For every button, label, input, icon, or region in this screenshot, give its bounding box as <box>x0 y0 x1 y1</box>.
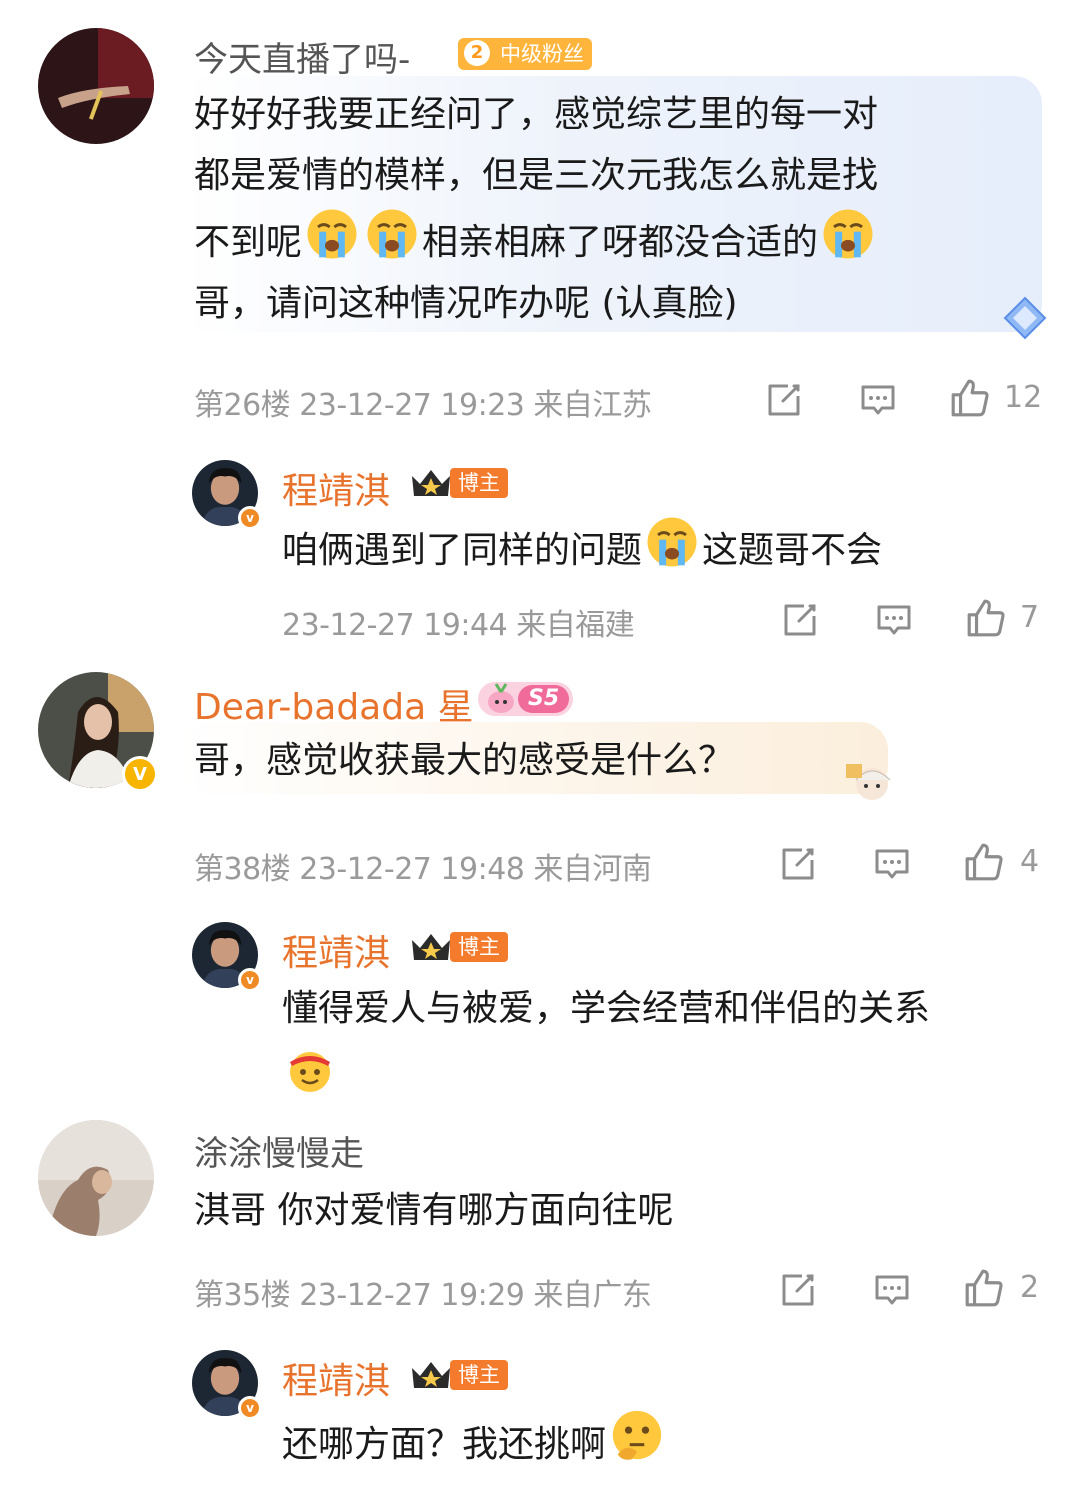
reply-text: 咱俩遇到了同样的问题 这题哥不会 <box>282 514 1042 581</box>
username[interactable]: 涂涂慢慢走 <box>194 1126 364 1175</box>
host-badge-label: 博主 <box>450 1360 508 1390</box>
comment-icon <box>872 1270 912 1310</box>
like-button[interactable] <box>962 840 1006 884</box>
comment-text: 淇哥 你对爱情有哪方面向往呢 <box>194 1190 674 1231</box>
edit-icon <box>778 844 818 884</box>
comment-icon <box>858 380 898 420</box>
verified-badge: v <box>238 506 262 530</box>
reply-button[interactable] <box>872 598 916 642</box>
like-count: 12 <box>1004 380 1043 415</box>
verified-badge: v <box>238 968 262 992</box>
comment-line: 哥，请问这种情况咋办呢 (认真脸) <box>194 283 738 324</box>
verified-badge: v <box>238 1396 262 1420</box>
reply-meta: 23-12-27 19:44 来自福建 <box>282 608 635 643</box>
fan-level-badge: 2 中级粉丝 <box>458 38 592 70</box>
blessing-emoji-icon <box>284 1044 338 1094</box>
host-username[interactable]: 程靖淇 <box>282 462 390 514</box>
comment-line-fragment: 不到呢 <box>194 222 303 263</box>
comment-icon <box>874 600 914 640</box>
reply-button[interactable] <box>856 378 900 422</box>
repost-button[interactable] <box>776 1268 820 1312</box>
avatar[interactable] <box>38 28 154 144</box>
s5-badge-label: S5 <box>518 685 570 713</box>
comment-line-fragment: 相亲相麻了呀都没合适的 <box>422 222 819 263</box>
like-button[interactable] <box>962 1266 1006 1310</box>
like-count: 7 <box>1020 600 1040 635</box>
host-badge: 博主 <box>408 1358 508 1392</box>
like-button[interactable] <box>964 596 1008 640</box>
crying-emoji-icon <box>644 514 700 570</box>
host-badge: 博主 <box>408 466 508 500</box>
edit-icon <box>764 380 804 420</box>
edit-icon <box>778 1270 818 1310</box>
like-button[interactable] <box>948 376 992 420</box>
comment-line: 都是爱情的模样，但是三次元我怎么就是找 <box>194 155 879 196</box>
username[interactable]: 今天直播了吗- <box>194 32 410 81</box>
reply-text: 懂得爱人与被爱，学会经营和伴侣的关系 <box>282 988 931 1029</box>
thumbs-up-icon <box>963 1267 1005 1309</box>
comment-meta: 第26楼 23-12-27 19:23 来自江苏 <box>194 388 652 423</box>
comment-line: 不到呢 相亲相麻了呀都没合适的 <box>194 206 1014 273</box>
fan-level-label: 中级粉丝 <box>500 42 584 66</box>
radish-icon <box>488 683 514 713</box>
thinking-emoji-icon <box>612 1410 662 1460</box>
thumbs-up-icon <box>949 377 991 419</box>
comment-icon <box>872 844 912 884</box>
host-badge: 博主 <box>408 930 508 964</box>
crying-emoji-icon <box>304 206 360 262</box>
verified-badge: V <box>122 756 158 792</box>
thumbs-up-icon <box>963 841 1005 883</box>
like-count: 2 <box>1020 1270 1040 1305</box>
host-badge-label: 博主 <box>450 468 508 498</box>
fan-level-number: 2 <box>464 40 490 66</box>
host-username[interactable]: 程靖淇 <box>282 924 390 976</box>
repost-button[interactable] <box>776 842 820 886</box>
s5-badge: S5 <box>478 682 574 716</box>
comment-line: 好好好我要正经问了，感觉综艺里的每一对 <box>194 94 879 135</box>
reply-button[interactable] <box>870 842 914 886</box>
comment-text: 哥，感觉收获最大的感受是什么？ <box>194 740 735 781</box>
reply-text-fragment: 咱俩遇到了同样的问题 <box>282 530 643 571</box>
crown-icon <box>408 930 454 964</box>
comment-text: 好好好我要正经问了，感觉综艺里的每一对 都是爱情的模样，但是三次元我怎么就是找 … <box>194 84 1014 334</box>
reply-text-fragment: 还哪方面？我还挑啊 <box>282 1424 607 1465</box>
repost-button[interactable] <box>778 598 822 642</box>
host-badge-label: 博主 <box>450 932 508 962</box>
comment-meta: 第35楼 23-12-27 19:29 来自广东 <box>194 1278 652 1313</box>
thumbs-up-icon <box>965 597 1007 639</box>
reply-text: 还哪方面？我还挑啊 <box>282 1406 1042 1475</box>
reply-button[interactable] <box>870 1268 914 1312</box>
reply-text-fragment: 这题哥不会 <box>702 530 883 571</box>
crying-emoji-icon <box>820 206 876 262</box>
crown-icon <box>408 1358 454 1392</box>
like-count: 4 <box>1020 844 1040 879</box>
repost-button[interactable] <box>762 378 806 422</box>
avatar[interactable] <box>38 1120 154 1236</box>
edit-icon <box>780 600 820 640</box>
crying-emoji-icon <box>364 206 420 262</box>
crown-icon <box>408 466 454 500</box>
host-username[interactable]: 程靖淇 <box>282 1352 390 1404</box>
comment-meta: 第38楼 23-12-27 19:48 来自河南 <box>194 852 652 887</box>
